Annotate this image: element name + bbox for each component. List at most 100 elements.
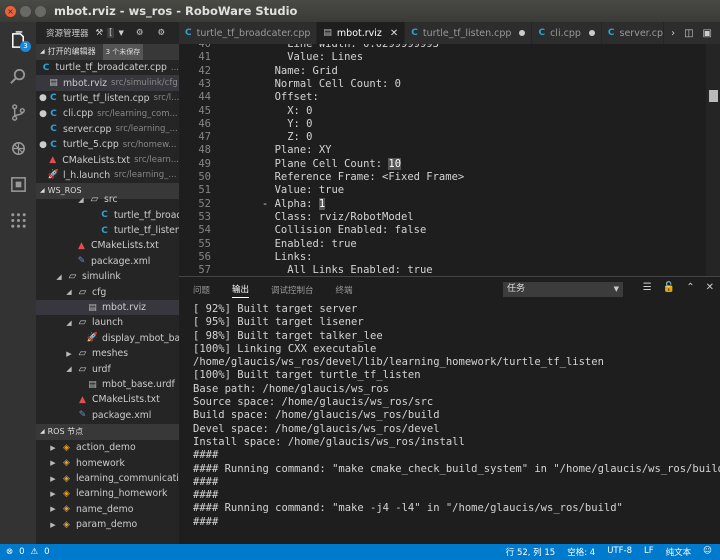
code-line[interactable]: Offset: [224,91,319,103]
code-line[interactable]: Name: Grid [224,65,338,77]
search-activity[interactable] [0,58,36,94]
output-channel-select[interactable]: 任务 ▼ [503,282,623,297]
indentation[interactable]: 空格: 4 [567,546,595,558]
chevron-right-icon: ▶ [50,520,56,529]
settings-gear-icon[interactable]: ⚙ [157,28,165,38]
lock-scroll-icon[interactable]: 🔓 [663,282,675,293]
warning-count[interactable]: 0 [44,547,49,557]
language-mode[interactable]: 纯文本 [666,546,692,558]
tree-item-label: package.xml [92,409,152,421]
activity-bar: 3 [0,22,36,544]
build-config-toggle[interactable]: [ [107,28,115,38]
close-panel-icon[interactable]: ✕ [706,282,714,293]
more-tabs-icon[interactable]: › [671,28,675,39]
code-line[interactable]: X: 0 [224,105,312,117]
panel-tab[interactable]: 输出 [232,283,250,298]
tree-file[interactable]: Cturtle_tf_broadca... [36,208,179,223]
open-editor-item[interactable]: 🚀 l_h.launch src/learning_... [36,168,179,183]
ros-node-item[interactable]: ▶ ◈ learning_communication [36,471,179,486]
tree-file[interactable]: ▤ mbot.rviz [36,299,179,316]
open-editor-item[interactable]: ● Cturtle_5.cpp src/homew... [36,137,179,152]
unsaved-dot-icon[interactable] [588,30,595,36]
unsaved-dot-icon[interactable] [519,30,526,36]
tab-turtle-tf-broadcater-cpp[interactable]: Cturtle_tf_broadcater.cpp [179,22,318,44]
tree-folder[interactable]: ◢ ▱ cfg [36,284,179,299]
code-line[interactable]: Reference Frame: <Fixed Frame> [224,171,465,183]
tab-turtle-tf-listen-cpp[interactable]: Cturtle_tf_listen.cpp [405,22,533,44]
tree-file[interactable]: ▤ mbot_base.urdf [36,377,179,392]
clear-output-icon[interactable]: ☰ [643,282,652,293]
code-editor[interactable]: 40 Line Width: 0.0299999993 41 Value: Lin… [179,44,720,276]
line-ending[interactable]: LF [644,546,654,558]
tree-file[interactable]: Cturtle_tf_listen.cpp [36,223,179,238]
tree-file[interactable]: 🚀display_mbot_ba... [36,331,179,346]
cursor-position[interactable]: 行 52, 列 15 [506,546,555,558]
ros-activity[interactable] [0,202,36,238]
code-line[interactable]: Enabled: true [224,238,357,250]
output-log[interactable]: [ 92%] Built target server[ 95%] Built t… [193,303,720,529]
tree-file[interactable]: ▲ CMakeLists.txt [36,392,179,407]
encoding[interactable]: UTF-8 [607,546,632,558]
code-line[interactable]: All Links Enabled: true [224,264,432,276]
tree-file[interactable]: ✎ package.xml [36,408,179,423]
ros-nodes-section[interactable]: ◢ ROS 节点 [36,424,179,441]
tree-folder[interactable]: ◢ ▱ urdf [36,361,179,376]
minimize-window-button[interactable] [20,5,31,17]
ros-node-item[interactable]: ▶ ◈ learning_homework [36,486,179,501]
tree-folder[interactable]: ◢ ▱ launch [36,315,179,330]
errors-icon[interactable]: ⊗ [6,547,13,557]
hammer-icon[interactable]: ⚒ [96,28,104,38]
code-line[interactable]: Plane Cell Count: 10 [224,157,402,170]
chevron-down-icon[interactable]: ▼ [118,29,123,37]
tab-server-cpp[interactable]: Cserver.cpp [601,22,664,44]
open-editors-section[interactable]: ◢ 打开的编辑器 3 个未保存 [36,44,179,60]
explorer-activity[interactable]: 3 [0,22,36,58]
ros-node-item[interactable]: ▶ ◈ action_demo [36,440,179,455]
editor-scrollbar[interactable] [706,44,720,276]
panel-tab[interactable]: 调试控制台 [271,284,314,296]
scrollbar-thumb[interactable] [709,90,718,102]
code-line[interactable]: Z: 0 [224,131,312,143]
open-editor-item[interactable]: ● Ccli.cpp src/learning_com... [36,106,179,121]
open-editor-item[interactable]: ▲ CMakeLists.txt src/learn... [36,152,179,167]
ros-node-item[interactable]: ▶ ◈ name_demo [36,502,179,517]
open-editor-item[interactable]: ▤ mbot.rviz src/simulink/cfg [36,75,179,91]
close-icon[interactable]: ✕ [390,28,398,39]
code-line[interactable]: Y: 0 [224,118,312,130]
explorer-sidebar: 资源管理器 ⚒ [ ▼ ⚙ ⚙ ◢ 打开的编辑器 3 个未保存 Cturtle_… [36,22,179,544]
panel-tab[interactable]: 终端 [336,284,353,296]
error-count[interactable]: 0 [19,547,24,557]
close-window-button[interactable]: × [5,5,16,17]
code-line[interactable]: Class: rviz/RobotModel [224,211,414,223]
tab-cli-cpp[interactable]: Ccli.cpp [532,22,602,44]
debug-activity[interactable] [0,130,36,166]
code-line[interactable]: Line Width: 0.0299999993 [224,44,439,50]
tree-folder[interactable]: ▶ ▱ meshes [36,346,179,361]
code-line[interactable]: Normal Cell Count: 0 [224,78,401,90]
code-line[interactable]: Plane: XY [224,144,332,156]
tree-file[interactable]: ✎ package.xml [36,254,179,269]
maximize-window-button[interactable] [35,5,46,17]
code-line[interactable]: - Alpha: 1 [224,197,326,210]
tree-folder[interactable]: ◢ ▱ simulink [36,269,179,284]
code-line[interactable]: Collision Enabled: false [224,224,427,236]
open-editor-item[interactable]: Cserver.cpp src/learning_... [36,122,179,137]
ros-node-item[interactable]: ▶ ◈ homework [36,456,179,471]
tab-mbot-rviz[interactable]: ▤ mbot.rviz ✕ [317,22,406,44]
source-control-activity[interactable] [0,94,36,130]
code-line[interactable]: Value: Lines [224,51,363,63]
code-line[interactable]: Links: [224,251,313,263]
warning-icon[interactable]: ⚠ [31,547,39,557]
open-editor-item[interactable]: Cturtle_tf_broadcater.cpp... [36,60,179,75]
close-all-icon[interactable]: ▣ [703,28,712,39]
code-line[interactable]: Value: true [224,184,345,196]
feedback-icon[interactable]: ☺ [703,546,712,558]
split-editor-icon[interactable]: ◫ [684,28,693,39]
build-gear-icon[interactable]: ⚙ [136,28,144,38]
extensions-activity[interactable] [0,166,36,202]
open-editor-item[interactable]: ● Cturtle_tf_listen.cpp src/l... [36,91,179,106]
tree-file[interactable]: ▲ CMakeLists.txt [36,238,179,253]
ros-node-item[interactable]: ▶ ◈ param_demo [36,517,179,532]
maximize-panel-icon[interactable]: ⌃ [686,282,694,293]
panel-tab[interactable]: 问题 [193,284,210,296]
